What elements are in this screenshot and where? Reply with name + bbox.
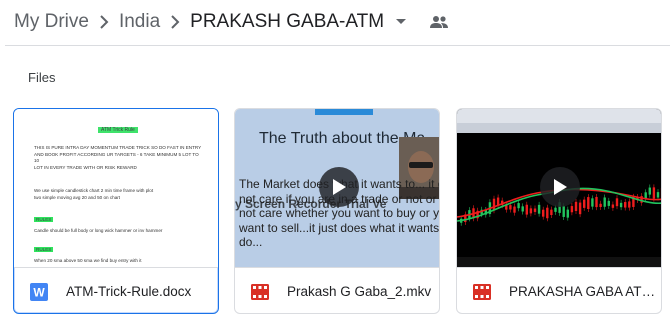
file-name: PRAKASHA GABA ATM.mp4: [509, 284, 659, 299]
arrow-drop-down-icon[interactable]: [392, 13, 410, 31]
candle-body: [591, 198, 594, 207]
doc-preview-line: We use simple candlestick chart 2 min ti…: [34, 188, 154, 193]
file-name: ATM-Trick-Rule.docx: [66, 284, 192, 299]
candle-body: [492, 198, 496, 211]
play-icon[interactable]: [540, 167, 580, 207]
file-card-footer: Prakash G Gaba_2.mkv: [235, 267, 439, 313]
play-icon[interactable]: [319, 167, 359, 207]
candle-body: [533, 208, 537, 212]
candle-body: [619, 202, 623, 208]
candle-body: [628, 201, 631, 208]
recorder-banner: [315, 109, 373, 115]
doc-preview-line: When 20 sma above 50 sma we find buy ent…: [34, 258, 142, 263]
candle-body: [529, 208, 533, 214]
candle-body: [583, 199, 586, 208]
candle-body: [517, 203, 520, 209]
doc-preview-line: Candle should be full body or long wick …: [34, 228, 163, 233]
chevron-right-icon: [89, 15, 119, 29]
candle-body: [570, 206, 574, 213]
video-file-icon: [251, 283, 269, 301]
people-icon[interactable]: [428, 11, 450, 33]
candle-body: [537, 204, 541, 214]
candle-body: [509, 205, 512, 210]
breadcrumb-item-india[interactable]: India: [119, 11, 160, 33]
candle-body: [603, 197, 606, 207]
doc-preview-line: LOT IN EVERY TRADE WITH OR RISK REWARD: [34, 164, 137, 170]
breadcrumb-item-my-drive[interactable]: My Drive: [14, 11, 89, 33]
candle-body: [546, 207, 549, 219]
svg-text:W: W: [33, 285, 45, 299]
video-file-icon: [473, 283, 491, 301]
candle-body: [611, 204, 615, 208]
doc-preview-line: AND BOOK PROFIT ACCORDING UR TARGETS - 6…: [34, 151, 199, 164]
candle-body: [521, 206, 524, 212]
doc-preview-line: THIS IS PURE INTRA DAY MOMENTUM TRADE TR…: [34, 145, 202, 150]
doc-preview-highlight: RULES: [34, 247, 54, 252]
word-doc-icon: W: [30, 282, 48, 301]
file-thumbnail: [457, 109, 661, 267]
file-card-mkv[interactable]: The Truth about the Ma The Market does w…: [234, 108, 440, 314]
candle-body: [648, 187, 651, 195]
header-divider: [5, 45, 670, 46]
file-card-mp4[interactable]: PRAKASHA GABA ATM.mp4: [456, 108, 662, 314]
candle-body: [624, 202, 627, 208]
candle-body: [550, 209, 553, 216]
files-section-heading: Files: [28, 70, 56, 85]
candle-body: [652, 187, 656, 199]
candle-body: [554, 207, 557, 212]
doc-preview-highlight: RULES: [34, 217, 54, 222]
doc-preview-line: two simple moving avg 20 and 50 on chart: [34, 195, 121, 200]
candle-body: [587, 197, 590, 210]
candle-body: [525, 204, 528, 215]
candle-body: [599, 203, 602, 208]
file-name: Prakash G Gaba_2.mkv: [287, 284, 432, 299]
file-thumbnail: The Truth about the Ma The Market does w…: [235, 109, 439, 267]
candle-body: [574, 201, 578, 212]
candle-body: [562, 206, 565, 217]
candle-body: [615, 198, 619, 207]
file-card-footer: PRAKASHA GABA ATM.mp4: [457, 267, 661, 313]
candle-body: [513, 206, 516, 213]
candle-body: [656, 192, 660, 198]
file-thumbnail: ATM Trick Rule THIS IS PURE INTRA DAY MO…: [14, 109, 218, 267]
breadcrumb-current-folder[interactable]: PRAKASH GABA-ATM: [190, 11, 384, 33]
file-card-docx[interactable]: ATM Trick Rule THIS IS PURE INTRA DAY MO…: [13, 108, 219, 314]
candle-body: [566, 209, 569, 218]
chevron-right-icon: [160, 15, 190, 29]
candle-body: [578, 202, 582, 215]
candle-body: [595, 196, 598, 208]
candle-body: [607, 200, 610, 206]
breadcrumb: My Drive India PRAKASH GABA-ATM: [0, 0, 670, 44]
candle-body: [542, 209, 545, 217]
file-card-footer: W ATM-Trick-Rule.docx: [14, 267, 218, 313]
doc-preview-title: ATM Trick Rule: [98, 127, 138, 133]
